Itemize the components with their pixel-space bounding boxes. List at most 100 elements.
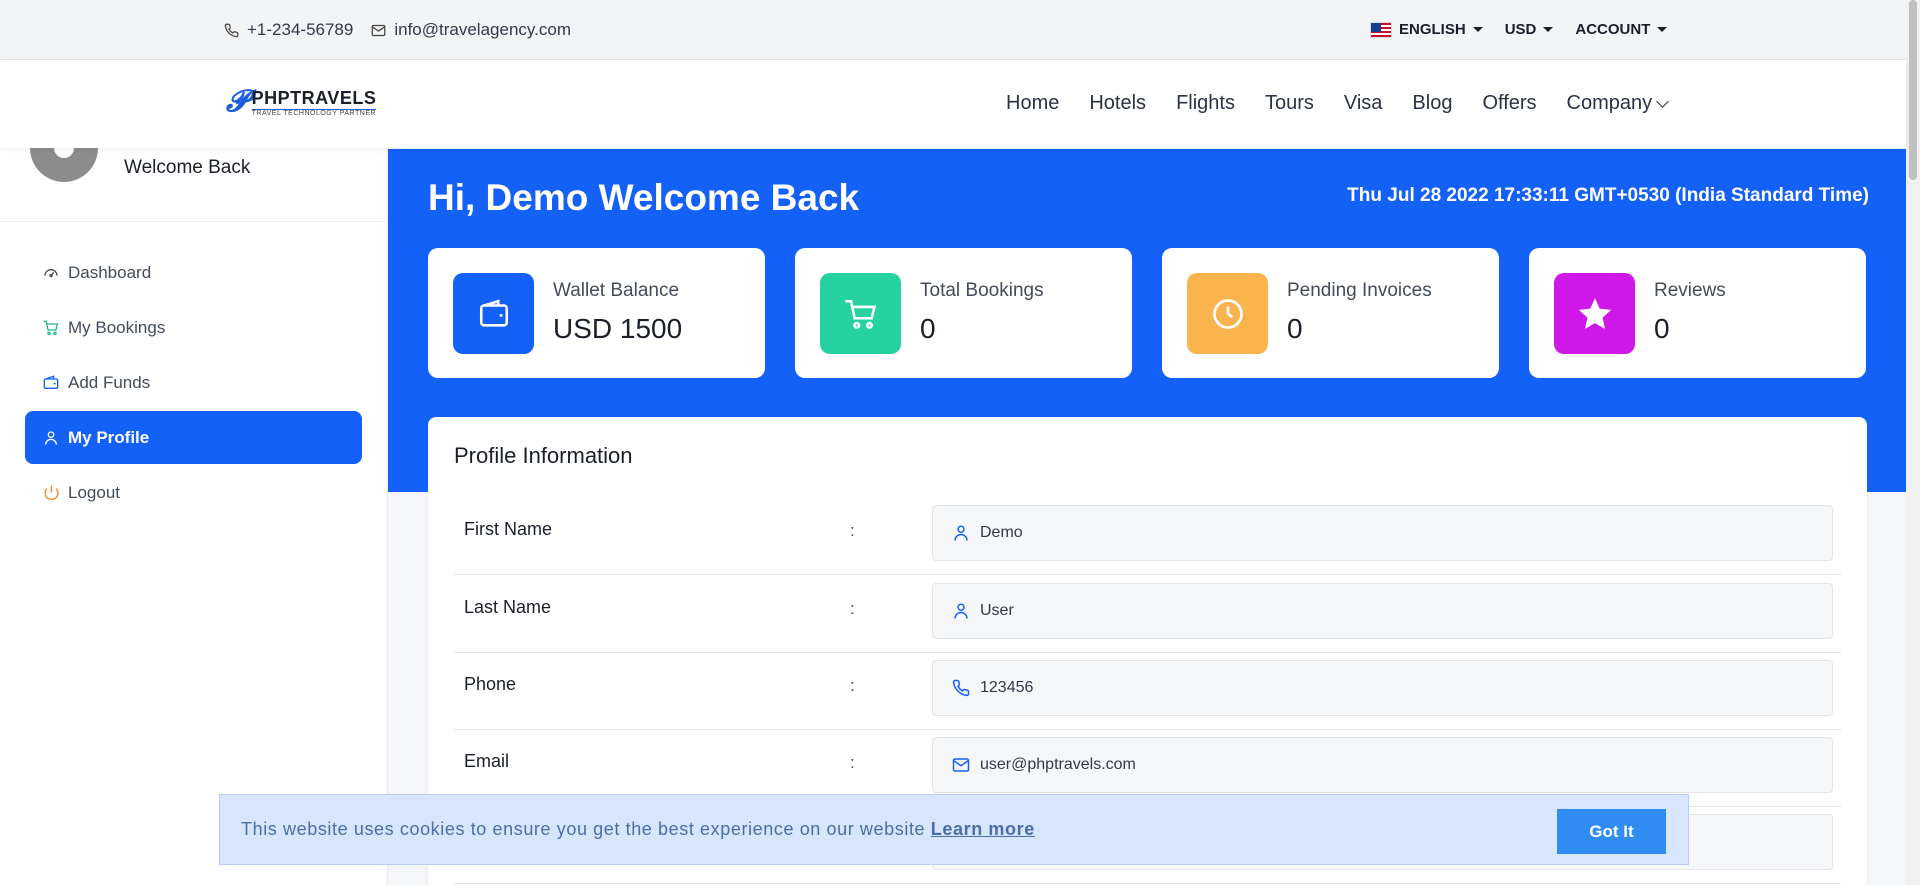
nav-hotels[interactable]: Hotels xyxy=(1089,92,1146,115)
nav-company[interactable]: Company xyxy=(1566,92,1670,115)
hero-date: Thu Jul 28 2022 17:33:11 GMT+0530 (India… xyxy=(1347,185,1869,206)
dashboard-icon xyxy=(44,268,58,277)
nav-blog[interactable]: Blog xyxy=(1412,92,1452,115)
language-label: ENGLISH xyxy=(1399,21,1466,38)
field-value: 123456 xyxy=(980,679,1034,696)
cart-icon xyxy=(820,273,901,354)
cookie-text: This website uses cookies to ensure you … xyxy=(241,819,926,839)
row-separator: : xyxy=(850,753,855,772)
sidebar: Welcome Back Dashboard My Bookings Add F… xyxy=(0,128,388,885)
caret-down-icon xyxy=(1472,27,1483,32)
profile-row-first-name: First Name : Demo xyxy=(454,497,1841,575)
nav-tours[interactable]: Tours xyxy=(1265,92,1314,115)
wallet-icon xyxy=(453,273,534,354)
field-value: Demo xyxy=(980,524,1023,541)
card-label: Pending Invoices xyxy=(1287,280,1432,301)
learn-more-link[interactable]: Learn more xyxy=(931,819,1035,839)
card-label: Wallet Balance xyxy=(553,280,680,301)
sidebar-item-label: Logout xyxy=(68,482,120,502)
row-separator: : xyxy=(850,521,855,540)
sidebar-item-label: My Profile xyxy=(68,427,150,447)
field-value: user@phptravels.com xyxy=(980,756,1136,773)
total-bookings-card[interactable]: Total Bookings 0 xyxy=(795,248,1132,378)
logo-icon: 𝓟 xyxy=(226,85,248,118)
language-dropdown[interactable]: ENGLISH xyxy=(1370,21,1483,38)
nav-flights[interactable]: Flights xyxy=(1176,92,1235,115)
sidebar-item-bookings[interactable]: My Bookings xyxy=(25,301,362,354)
account-dropdown[interactable]: ACCOUNT xyxy=(1575,21,1668,38)
email-field[interactable]: user@phptravels.com xyxy=(932,737,1833,793)
card-label: Total Bookings xyxy=(920,280,1044,301)
pending-invoices-card[interactable]: Pending Invoices 0 xyxy=(1162,248,1499,378)
email-contact[interactable]: info@travelagency.com xyxy=(371,20,571,40)
hero-title: Hi, Demo Welcome Back xyxy=(428,177,860,218)
cookie-message: This website uses cookies to ensure you … xyxy=(241,819,1035,840)
cookie-banner: This website uses cookies to ensure you … xyxy=(219,794,1689,865)
card-value: 0 xyxy=(920,313,936,344)
chevron-down-icon xyxy=(1656,94,1670,108)
caret-down-icon xyxy=(1543,27,1554,32)
sidebar-item-label: My Bookings xyxy=(68,317,166,337)
row-separator: : xyxy=(850,599,855,618)
reviews-card[interactable]: Reviews 0 xyxy=(1529,248,1866,378)
email-text: info@travelagency.com xyxy=(394,20,571,39)
card-value: 0 xyxy=(1654,313,1670,344)
card-value: USD 1500 xyxy=(553,313,683,344)
profile-title: Profile Information xyxy=(454,443,633,468)
stat-cards: Wallet Balance USD 1500 Total Bookings 0… xyxy=(428,248,1866,378)
field-value: User xyxy=(980,602,1014,619)
nav-visa[interactable]: Visa xyxy=(1344,92,1383,115)
card-label: Reviews xyxy=(1654,280,1726,301)
wallet-icon xyxy=(43,374,59,389)
power-icon xyxy=(43,485,59,501)
last-name-field[interactable]: User xyxy=(932,583,1833,639)
row-label: Phone xyxy=(464,674,517,694)
site-logo[interactable]: 𝓟 PHPTRAVELS TRAVEL TECHNOLOGY PARTNER xyxy=(226,85,377,118)
sidebar-item-label: Dashboard xyxy=(68,262,152,282)
caret-down-icon xyxy=(1657,27,1668,32)
main-navbar: 𝓟 PHPTRAVELS TRAVEL TECHNOLOGY PARTNER H… xyxy=(0,60,1906,148)
logo-tagline: TRAVEL TECHNOLOGY PARTNER xyxy=(251,108,377,117)
phone-icon xyxy=(224,23,239,37)
mail-icon xyxy=(952,758,970,772)
got-it-button[interactable]: Got It xyxy=(1557,809,1666,854)
contact-info: +1-234-56789 info@travelagency.com xyxy=(224,20,571,40)
sidebar-item-label: Add Funds xyxy=(68,372,151,392)
logo-name: PHPTRAVELS xyxy=(251,87,377,108)
scrollbar-thumb[interactable] xyxy=(1909,0,1917,180)
user-icon xyxy=(45,430,57,445)
currency-dropdown[interactable]: USD xyxy=(1505,21,1554,38)
star-icon xyxy=(1554,273,1635,354)
sidebar-item-dashboard[interactable]: Dashboard xyxy=(25,246,362,299)
mail-icon xyxy=(371,24,386,36)
nav-links: Home Hotels Flights Tours Visa Blog Offe… xyxy=(1006,92,1670,115)
sidebar-user: Welcome Back xyxy=(0,128,387,222)
phone-icon xyxy=(952,679,970,697)
user-icon xyxy=(954,603,968,619)
nav-company-label: Company xyxy=(1566,92,1653,114)
row-separator: : xyxy=(850,676,855,695)
phone-field[interactable]: 123456 xyxy=(932,660,1833,716)
wallet-balance-card[interactable]: Wallet Balance USD 1500 xyxy=(428,248,765,378)
phone-text: +1-234-56789 xyxy=(247,20,354,39)
sidebar-item-add-funds[interactable]: Add Funds xyxy=(25,356,362,409)
page-scrollbar[interactable] xyxy=(1906,0,1920,885)
profile-row-last-name: Last Name : User xyxy=(454,575,1841,653)
us-flag-icon xyxy=(1370,21,1392,38)
profile-row-phone: Phone : 123456 xyxy=(454,652,1841,730)
topbar-dropdowns: ENGLISH USD ACCOUNT xyxy=(1370,21,1668,38)
user-icon xyxy=(954,525,968,541)
nav-home[interactable]: Home xyxy=(1006,92,1059,115)
nav-offers[interactable]: Offers xyxy=(1482,92,1536,115)
account-label: ACCOUNT xyxy=(1575,21,1651,38)
sidebar-item-logout[interactable]: Logout xyxy=(25,466,362,519)
first-name-field[interactable]: Demo xyxy=(932,505,1833,561)
sidebar-item-profile[interactable]: My Profile xyxy=(25,411,362,464)
card-value: 0 xyxy=(1287,313,1303,344)
top-bar: +1-234-56789 info@travelagency.com ENGLI… xyxy=(0,0,1906,60)
row-label: Last Name xyxy=(464,597,552,617)
currency-label: USD xyxy=(1504,21,1537,38)
phone-contact[interactable]: +1-234-56789 xyxy=(224,20,353,40)
welcome-text: Welcome Back xyxy=(124,157,251,178)
row-label: Email xyxy=(464,751,510,771)
